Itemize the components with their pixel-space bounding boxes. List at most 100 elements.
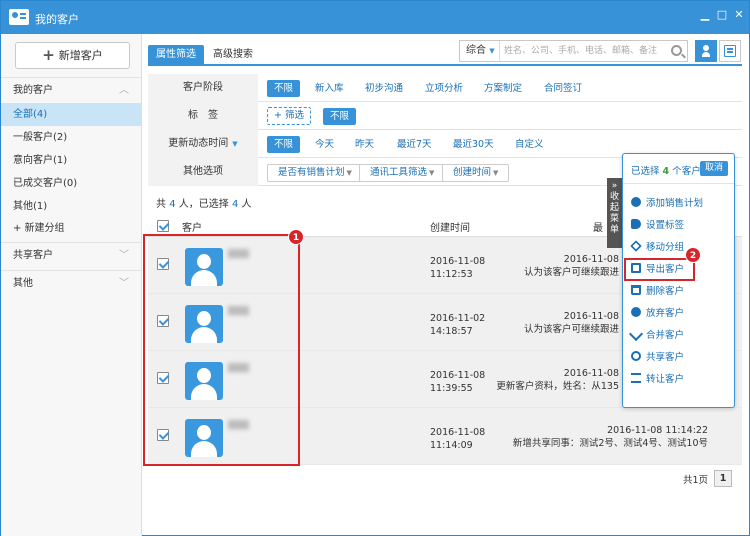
merge-icon (628, 326, 644, 342)
add-tag-filter-button[interactable]: + 筛选 (267, 107, 311, 125)
sidebar-item-general[interactable]: 一般客户(2) (1, 126, 141, 149)
search-box: 综合 ▼ (459, 40, 688, 62)
collapse-menu-label: 收起菜单 (610, 192, 620, 235)
trash-icon (631, 285, 641, 295)
menu-transfer-customer[interactable]: 转让客户 (631, 371, 684, 389)
caret-down-icon: ▼ (346, 169, 352, 177)
activity-date: 2016-11-08 (563, 254, 619, 265)
sales-plan-dropdown[interactable]: 是否有销售计划 ▼ (267, 164, 363, 182)
dropdown-label: 是否有销售计划 (278, 167, 345, 178)
transfer-icon (631, 373, 641, 383)
created-date: 2016-11-08 (430, 370, 486, 381)
chevron-down-icon: ﹀ (119, 250, 129, 261)
created-clock: 11:12:53 (430, 269, 473, 280)
share-icon (631, 351, 641, 361)
filter-label[interactable]: 更新动态时间 ▼ (148, 130, 258, 158)
x-circle-icon (631, 307, 641, 317)
updated-option-7days[interactable]: 最近7天 (390, 136, 439, 153)
add-customer-button[interactable]: + 新增客户 (15, 42, 130, 69)
total-count: 4 (169, 199, 176, 210)
stage-option-contract[interactable]: 合同签订 (537, 80, 589, 97)
stage-option-plan[interactable]: 方案制定 (477, 80, 529, 97)
summary-suffix: 人 (241, 199, 252, 210)
stage-option-any[interactable]: 不限 (267, 80, 301, 97)
list-view-button[interactable] (695, 40, 717, 62)
plus-icon: + (42, 46, 55, 64)
menu-label: 添加销售计划 (646, 198, 704, 209)
filter-label: 标 签 (148, 102, 258, 130)
activity-text: 新增共享同事：测试2号、测试4号、测试10号 (512, 438, 708, 449)
person-icon (702, 45, 710, 57)
select-all-checkbox[interactable] (157, 220, 169, 232)
activity-date: 2016-11-08 11:14:22 (607, 425, 708, 436)
menu-label: 转让客户 (646, 374, 685, 385)
menu-merge-customer[interactable]: 合并客户 (628, 326, 684, 345)
search-type-label: 综合 (466, 45, 486, 56)
created-time-dropdown[interactable]: 创建时间 ▼ (442, 164, 510, 182)
page-button-1[interactable]: 1 (714, 470, 732, 487)
filter-label: 客户阶段 (148, 74, 258, 102)
page-count: 共1页 (683, 475, 709, 486)
sidebar-group-shared[interactable]: 共享客户 ﹀ (1, 242, 141, 268)
menu-label: 删除客户 (646, 286, 685, 297)
stage-option-analysis[interactable]: 立项分析 (418, 80, 470, 97)
menu-set-tag[interactable]: 设置标签 (631, 217, 684, 235)
menu-delete-customer[interactable]: 删除客户 (631, 283, 684, 301)
activity-date: 2016-11-08 (563, 368, 619, 379)
cancel-selection-button[interactable]: 取消 (699, 161, 728, 176)
updated-option-30days[interactable]: 最近30天 (446, 136, 501, 153)
title-bar: 我的客户 ▁ □ ✕ (1, 1, 749, 34)
updated-option-any[interactable]: 不限 (267, 136, 301, 153)
summary-prefix: 共 (156, 199, 166, 210)
stage-option-new[interactable]: 新入库 (308, 80, 351, 97)
add-customer-label: 新增客户 (58, 49, 103, 62)
stage-option-contact[interactable]: 初步沟通 (358, 80, 410, 97)
sidebar-item-other[interactable]: 其他(1) (1, 195, 141, 218)
caret-down-icon: ▼ (493, 169, 499, 177)
move-icon (630, 240, 642, 252)
selection-suffix: 个客户 (672, 166, 701, 177)
search-icon[interactable] (671, 45, 682, 56)
menu-move-group[interactable]: 移动分组 (630, 239, 684, 257)
search-type-select[interactable]: 综合 ▼ (460, 41, 500, 61)
selection-prefix: 已选择 (631, 166, 660, 177)
created-time: 2016-11-08 11:39:55 (430, 369, 485, 395)
tab-advanced-search[interactable]: 高级搜索 (205, 45, 261, 65)
menu-abandon-customer[interactable]: 放弃客户 (631, 305, 684, 323)
card-view-button[interactable] (719, 40, 741, 62)
annotation-badge-2: 2 (685, 247, 701, 263)
search-input[interactable] (504, 41, 664, 61)
created-clock: 11:39:55 (430, 383, 473, 394)
updated-option-yesterday[interactable]: 昨天 (348, 136, 381, 153)
batch-menu-header: 已选择 4 个客户 取消 (623, 154, 734, 184)
menu-share-customer[interactable]: 共享客户 (631, 349, 684, 367)
selection-status: 已选择 4 个客户 (631, 163, 701, 177)
filter-label: 其他选项 (148, 158, 258, 186)
sidebar-item-closed[interactable]: 已成交客户(0) (1, 172, 141, 195)
close-button[interactable]: ✕ (732, 8, 746, 22)
maximize-button[interactable]: □ (715, 8, 729, 22)
activity-text: 更新客户资料，姓名：从135 (496, 381, 619, 392)
sidebar-group-mine[interactable]: 我的客户 ︿ (1, 77, 141, 103)
column-latest: 最 (593, 223, 603, 234)
minimize-button[interactable]: ▁ (698, 8, 712, 22)
created-time: 2016-11-08 11:12:53 (430, 255, 485, 281)
sidebar-item-all[interactable]: 全部(4) (1, 103, 141, 126)
group-label: 共享客户 (13, 250, 53, 261)
updated-option-custom[interactable]: 自定义 (508, 136, 551, 153)
updated-option-today[interactable]: 今天 (308, 136, 341, 153)
sidebar-group-other[interactable]: 其他 ﹀ (1, 270, 141, 296)
caret-down-icon: ▼ (232, 140, 238, 148)
created-clock: 14:18:57 (430, 326, 473, 337)
customer-column-highlight (143, 234, 300, 466)
comm-tool-dropdown[interactable]: 通讯工具筛选 ▼ (359, 164, 446, 182)
new-group-link[interactable]: + 新建分组 (1, 217, 141, 240)
column-customer: 客户 (182, 223, 202, 234)
collapse-menu-tab[interactable]: » 收起菜单 (607, 178, 622, 248)
tab-attribute-filter[interactable]: 属性筛选 (148, 45, 204, 65)
menu-add-sales-plan[interactable]: 添加销售计划 (631, 195, 703, 213)
sidebar-item-intent[interactable]: 意向客户(1) (1, 149, 141, 172)
tag-icon (631, 219, 641, 229)
menu-label: 设置标签 (646, 220, 685, 231)
tag-option-any[interactable]: 不限 (323, 108, 357, 125)
